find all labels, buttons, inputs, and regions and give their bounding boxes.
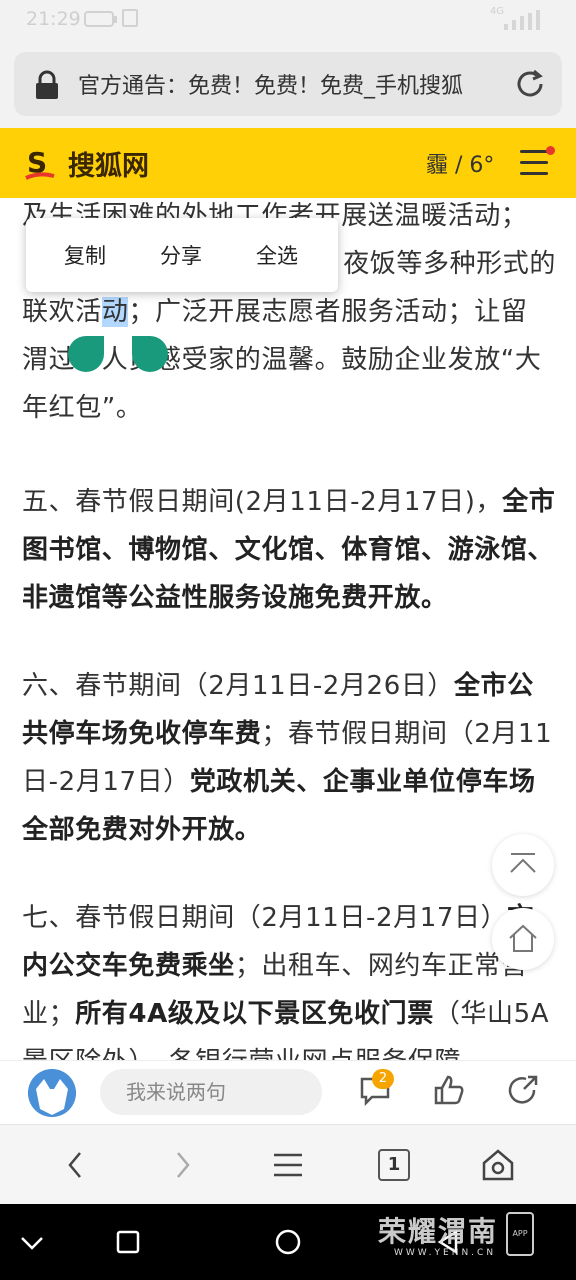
comment-bar: 我来说两句 2 bbox=[0, 1060, 576, 1124]
site-logo-text[interactable]: 搜狐网 bbox=[68, 144, 149, 183]
reload-icon[interactable] bbox=[512, 66, 548, 102]
signal-icon bbox=[504, 10, 546, 30]
avatar[interactable] bbox=[28, 1069, 76, 1117]
menu-lines-icon[interactable] bbox=[270, 1147, 306, 1183]
status-time: 21:29 bbox=[26, 8, 81, 30]
text-selection-menu: 复制 分享 全选 bbox=[26, 218, 338, 292]
article-line: 年红包”。 bbox=[22, 393, 143, 423]
site-header: S 搜狐网 霾 / 6° bbox=[0, 128, 576, 198]
article-paragraph-5: 五、春节假日期间(2月11日-2月17日)，全市图书馆、博物馆、文化馆、体育馆、… bbox=[22, 487, 556, 613]
copy-button[interactable]: 复制 bbox=[64, 240, 106, 270]
select-all-button[interactable]: 全选 bbox=[256, 240, 298, 270]
home-circle-icon[interactable] bbox=[274, 1228, 302, 1256]
fox-avatar-icon bbox=[28, 1069, 76, 1117]
network-type: 4G bbox=[489, 6, 504, 17]
back-icon[interactable] bbox=[58, 1147, 94, 1183]
comment-count-badge: 2 bbox=[372, 1069, 394, 1089]
battery-icon bbox=[84, 11, 117, 27]
browser-home-icon[interactable] bbox=[480, 1147, 516, 1183]
article-paragraph-6: 六、春节期间（2月11日-2月26日）全市公共停车场免收停车费；春节假日期间（2… bbox=[22, 671, 553, 845]
scroll-top-icon bbox=[510, 853, 536, 873]
like-icon[interactable] bbox=[432, 1073, 466, 1107]
browser-toolbar: 官方通告：免费！免费！免费_手机搜狐 bbox=[0, 40, 576, 128]
watermark-url: WWW.YENN.CN bbox=[394, 1248, 497, 1258]
article-paragraph-7: 七、春节假日期间（2月11日-2月17日）市内公交车免费乘坐；出租车、网约车正常… bbox=[22, 903, 550, 1060]
article-line: 联欢活动；广泛开展志愿者服务活动；让留 bbox=[22, 297, 528, 327]
recents-icon[interactable] bbox=[114, 1228, 142, 1256]
status-bar: 21:29 4G bbox=[0, 0, 576, 40]
tab-count-button[interactable]: 1 bbox=[378, 1149, 410, 1181]
scroll-to-top-button[interactable] bbox=[492, 834, 554, 896]
selected-text[interactable]: 动 bbox=[101, 297, 129, 327]
browser-nav-bar: 1 bbox=[0, 1124, 576, 1204]
lock-icon bbox=[36, 70, 58, 99]
app-icon: APP bbox=[506, 1212, 534, 1256]
home-icon bbox=[509, 924, 537, 952]
comment-input[interactable]: 我来说两句 bbox=[100, 1069, 322, 1115]
home-button[interactable] bbox=[492, 908, 554, 970]
notification-icon bbox=[122, 9, 138, 27]
share-button[interactable]: 分享 bbox=[160, 240, 202, 270]
collapse-icon[interactable] bbox=[18, 1228, 46, 1256]
notification-dot bbox=[546, 146, 555, 155]
sohu-logo-icon[interactable]: S bbox=[22, 144, 56, 182]
system-nav-bar: 荣耀渭南 WWW.YENN.CN APP bbox=[0, 1204, 576, 1280]
selection-handle-end[interactable] bbox=[132, 336, 168, 372]
page-title[interactable]: 官方通告：免费！免费！免费_手机搜狐 bbox=[78, 68, 508, 100]
forward-icon[interactable] bbox=[164, 1147, 200, 1183]
address-bar[interactable]: 官方通告：免费！免费！免费_手机搜狐 bbox=[14, 52, 562, 116]
share-icon[interactable] bbox=[506, 1073, 540, 1107]
article-body: 及生活困难的外地工作者开展送温暖活动； 夜饭等多种形式的 联欢活动；广泛开展志愿… bbox=[0, 198, 576, 1060]
weather-info[interactable]: 霾 / 6° bbox=[426, 147, 494, 179]
menu-icon[interactable] bbox=[520, 150, 548, 176]
selection-handle-start[interactable] bbox=[68, 336, 104, 372]
watermark-text: 荣耀渭南 bbox=[378, 1215, 499, 1248]
